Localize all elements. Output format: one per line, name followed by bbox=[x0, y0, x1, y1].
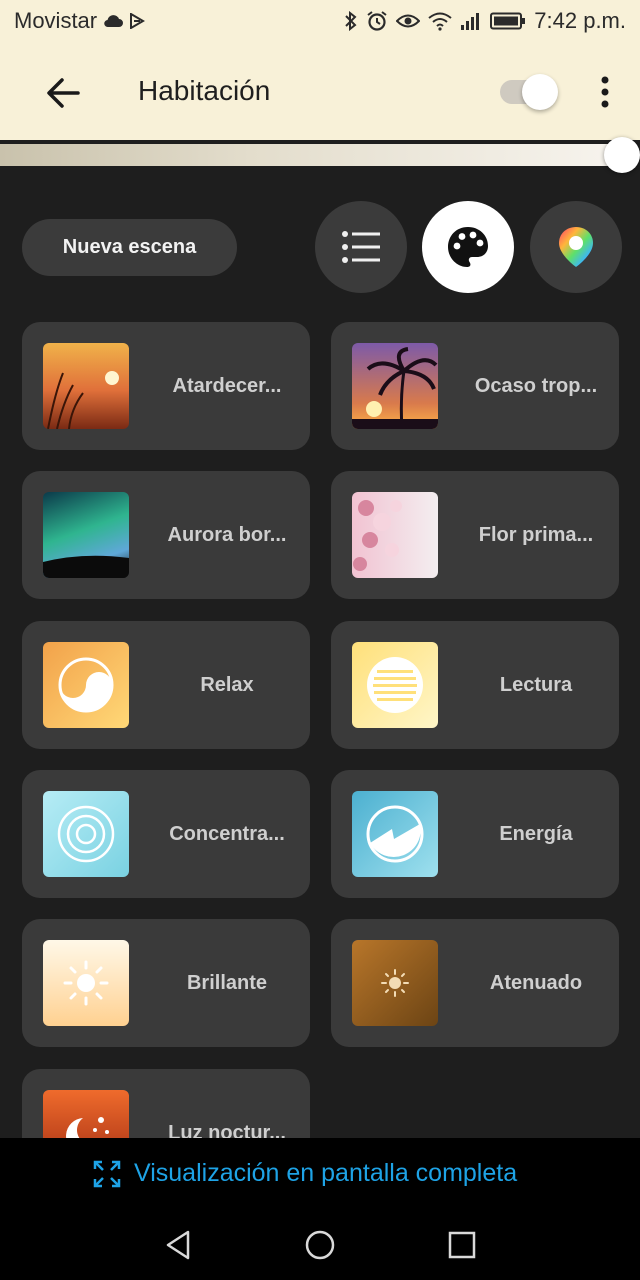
download-icon bbox=[130, 13, 146, 29]
color-picker-icon bbox=[559, 227, 593, 267]
status-left: Movistar bbox=[14, 8, 146, 34]
more-options-icon[interactable] bbox=[588, 70, 622, 114]
app-bar: Habitación bbox=[0, 44, 640, 140]
scene-card[interactable]: Brillante bbox=[22, 919, 310, 1047]
list-icon bbox=[342, 231, 380, 263]
reading-icon bbox=[352, 642, 438, 728]
palette-view-button[interactable] bbox=[422, 201, 514, 293]
palette-icon bbox=[448, 227, 488, 267]
eye-icon bbox=[396, 14, 421, 28]
scene-card[interactable]: Lectura bbox=[331, 621, 619, 749]
bluetooth-icon bbox=[345, 11, 357, 31]
alarm-icon bbox=[367, 11, 387, 31]
brightness-slider[interactable] bbox=[0, 137, 640, 173]
scene-card[interactable]: Aurora bor... bbox=[22, 471, 310, 599]
scene-card[interactable]: Luz noctur... bbox=[22, 1069, 310, 1138]
scene-label: Atardecer... bbox=[172, 375, 282, 397]
scene-label: Flor prima... bbox=[478, 524, 594, 546]
scene-grid: Atardecer... Ocaso trop... Aurora bor...… bbox=[0, 322, 640, 1138]
scene-card[interactable]: Relax bbox=[22, 621, 310, 749]
brightness-thumb[interactable] bbox=[604, 137, 640, 173]
clock: 7:42 p.m. bbox=[534, 8, 626, 33]
scene-label: Aurora bor... bbox=[167, 524, 287, 546]
room-title: Habitación bbox=[138, 75, 271, 106]
cherry-blossom-photo bbox=[352, 492, 438, 578]
cloud-icon bbox=[104, 15, 124, 28]
dimmed-sun-icon bbox=[352, 940, 438, 1026]
carrier-name: Movistar bbox=[14, 8, 98, 33]
power-toggle[interactable] bbox=[500, 72, 558, 112]
nightlight-icon bbox=[43, 1090, 129, 1138]
fullscreen-bar: Visualización en pantalla completa bbox=[0, 1138, 640, 1210]
fullscreen-link[interactable]: Visualización en pantalla completa bbox=[134, 1159, 517, 1188]
system-nav-bar bbox=[0, 1210, 640, 1280]
scene-label: Energía bbox=[499, 823, 573, 845]
toggle-knob bbox=[522, 74, 558, 110]
concentrate-icon bbox=[43, 791, 129, 877]
status-bar: Movistar 7:42 p.m. bbox=[0, 0, 640, 44]
scene-label: Brillante bbox=[186, 972, 268, 994]
scene-card[interactable]: Atardecer... bbox=[22, 322, 310, 450]
scene-card[interactable]: Atenuado bbox=[331, 919, 619, 1047]
nav-back-icon[interactable] bbox=[162, 1228, 196, 1262]
list-view-button[interactable] bbox=[315, 201, 407, 293]
nav-recents-icon[interactable] bbox=[445, 1228, 479, 1262]
bright-sun-icon bbox=[43, 940, 129, 1026]
fullscreen-icon[interactable] bbox=[93, 1160, 121, 1188]
sunset-photo bbox=[43, 343, 129, 429]
aurora-photo bbox=[43, 492, 129, 578]
scene-label: Relax bbox=[200, 674, 254, 696]
brightness-track bbox=[0, 144, 625, 166]
scene-label: Concentra... bbox=[169, 823, 285, 845]
scene-card[interactable]: Flor prima... bbox=[331, 471, 619, 599]
relax-icon bbox=[43, 642, 129, 728]
signal-icon bbox=[461, 13, 480, 30]
battery-icon bbox=[490, 12, 526, 30]
scene-card[interactable]: Energía bbox=[331, 770, 619, 898]
scene-label: Atenuado bbox=[489, 972, 583, 994]
back-arrow-icon[interactable] bbox=[38, 68, 88, 118]
scene-card[interactable]: Ocaso trop... bbox=[331, 322, 619, 450]
tropical-palm-photo bbox=[352, 343, 438, 429]
energize-icon bbox=[352, 791, 438, 877]
scene-card[interactable]: Concentra... bbox=[22, 770, 310, 898]
scene-label: Lectura bbox=[499, 674, 573, 696]
color-picker-button[interactable] bbox=[530, 201, 622, 293]
status-right: 7:42 p.m. bbox=[344, 8, 626, 34]
wifi-icon bbox=[428, 12, 452, 31]
new-scene-button[interactable]: Nueva escena bbox=[22, 219, 237, 276]
nav-home-icon[interactable] bbox=[303, 1228, 337, 1262]
scene-label: Luz noctur... bbox=[168, 1122, 286, 1138]
scene-label: Ocaso trop... bbox=[474, 375, 598, 397]
